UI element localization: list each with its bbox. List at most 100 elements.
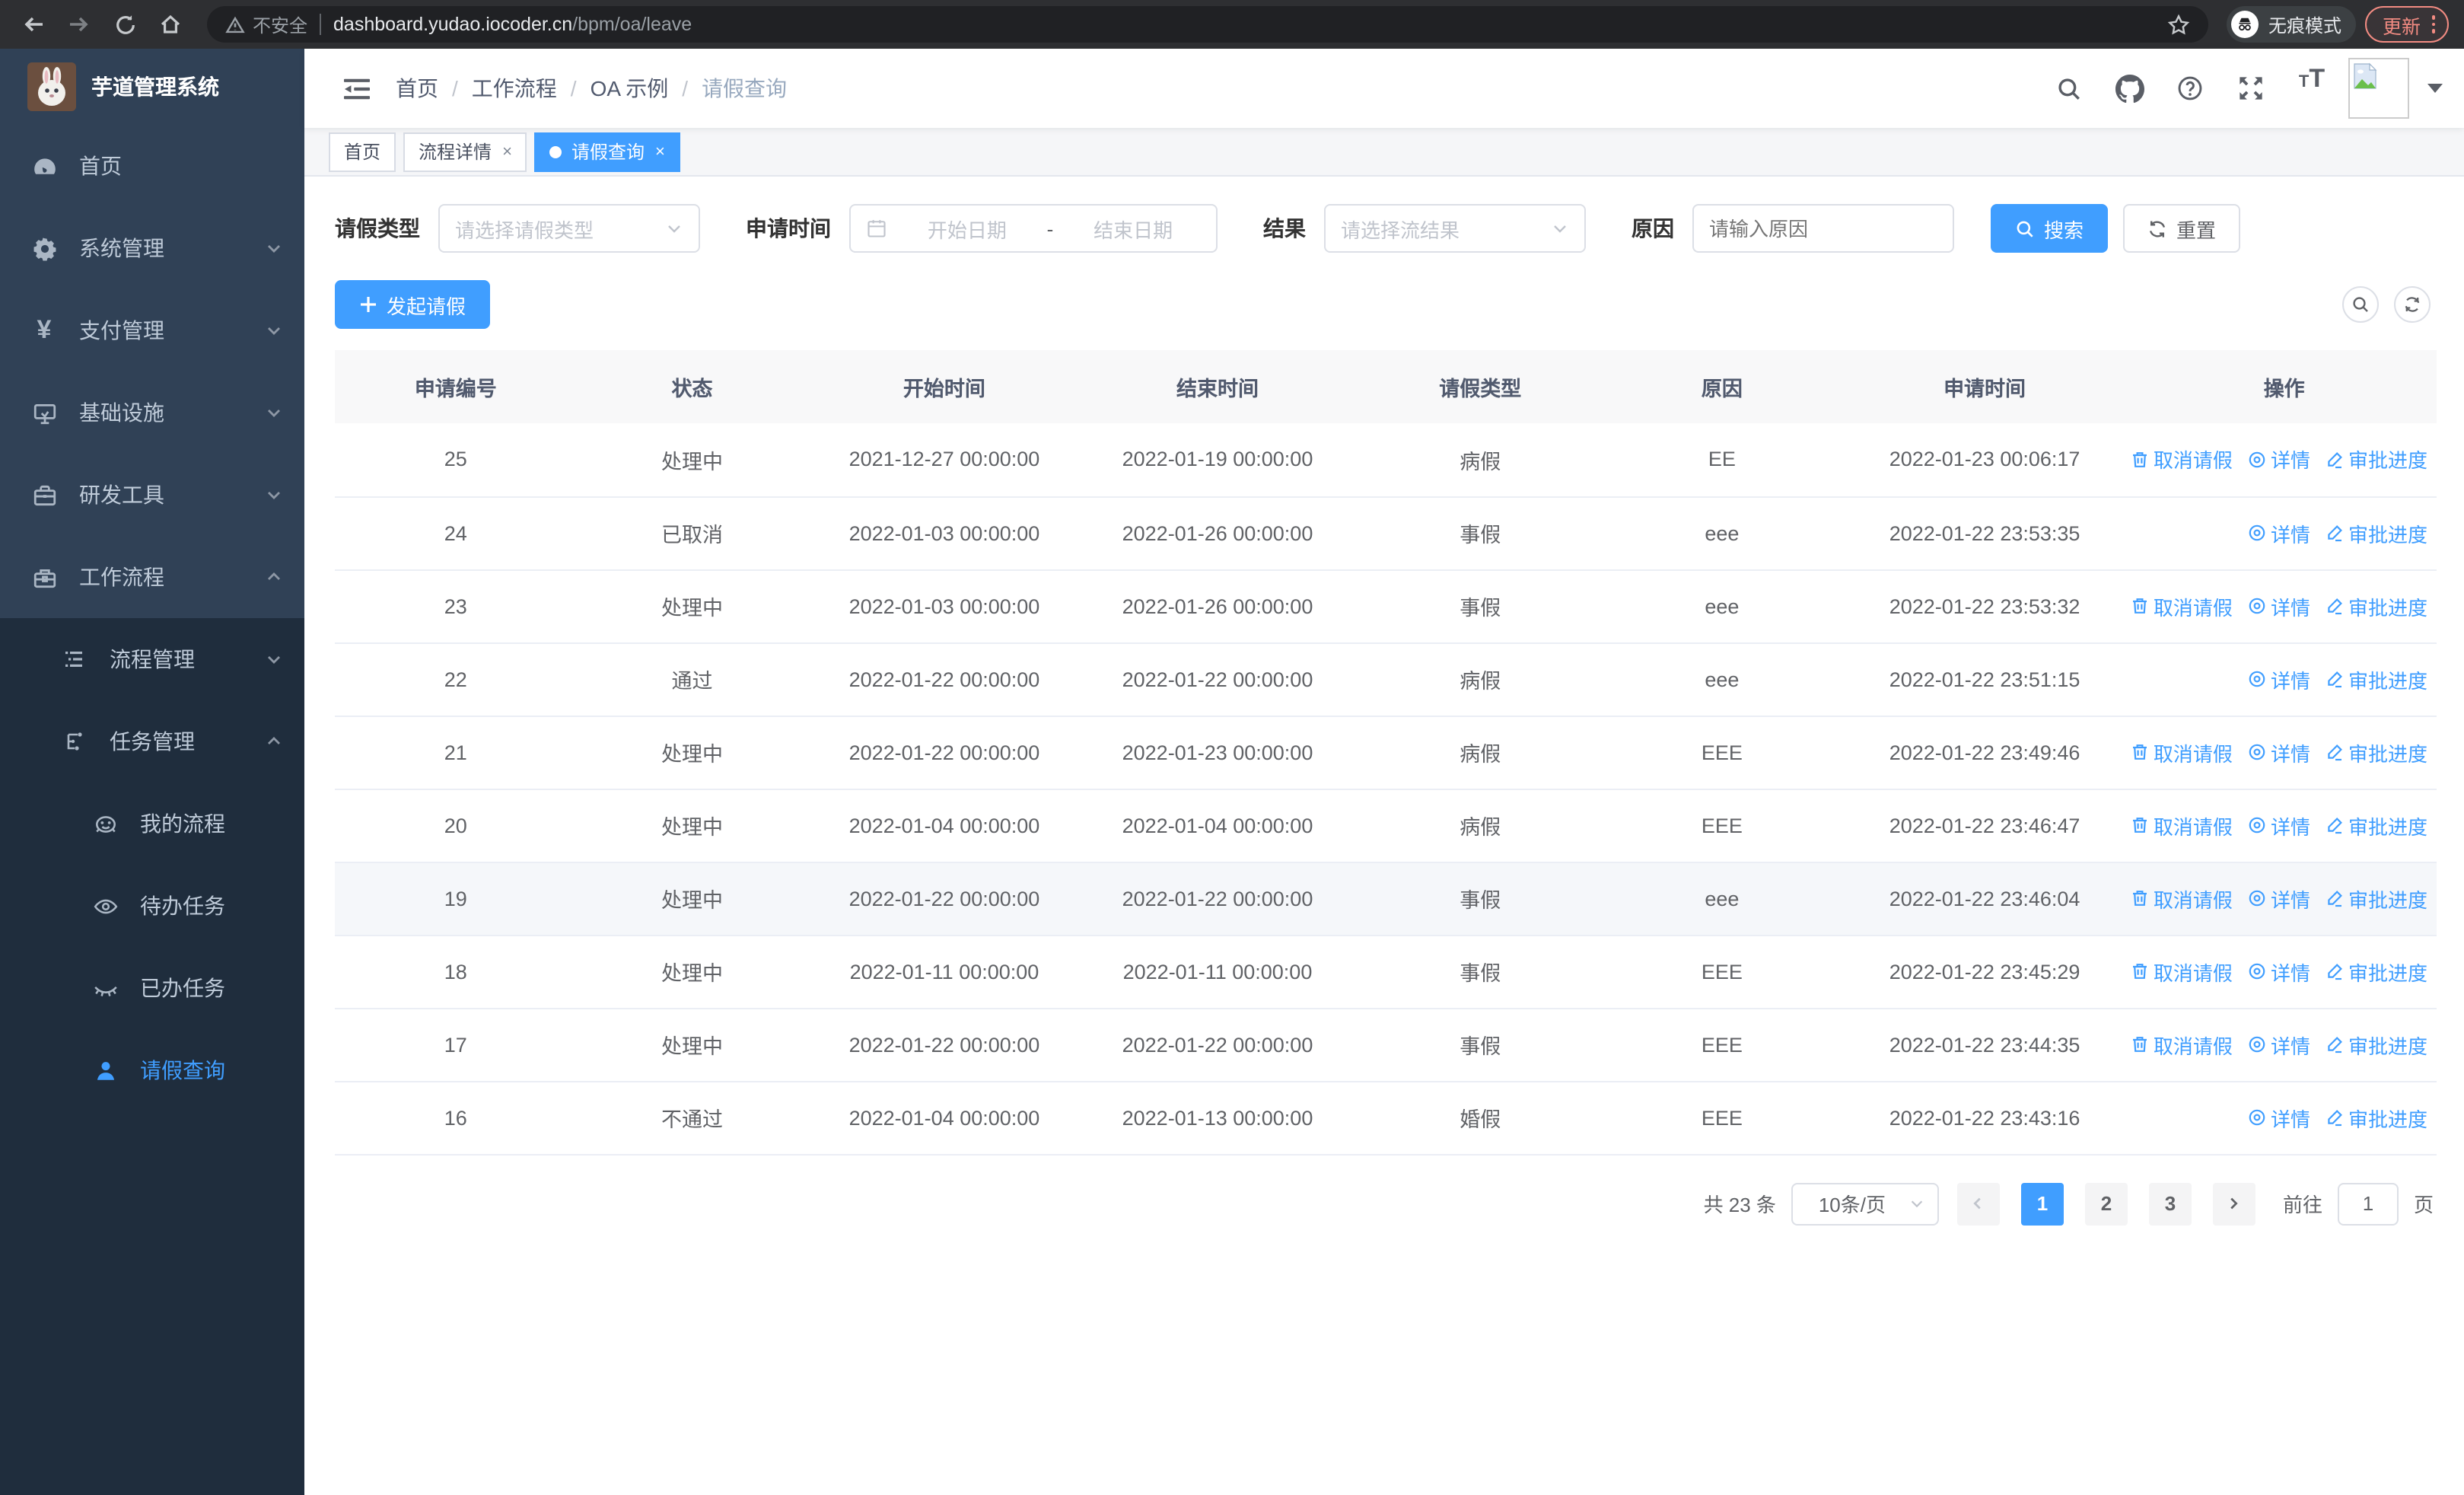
- cancel-action-link[interactable]: 取消请假: [2131, 1030, 2233, 1059]
- detail-action-link[interactable]: 详情: [2248, 811, 2310, 840]
- cell-reason: EE: [1606, 423, 1838, 497]
- apply-time-range-picker[interactable]: 开始日期 - 结束日期: [849, 204, 1218, 253]
- detail-action-link[interactable]: 详情: [2248, 884, 2310, 913]
- cancel-action-link[interactable]: 取消请假: [2131, 957, 2233, 986]
- search-circle-icon[interactable]: [2342, 286, 2379, 323]
- avatar[interactable]: [2348, 58, 2409, 119]
- cancel-action-link[interactable]: 取消请假: [2131, 811, 2233, 840]
- sidebar-item-todo-tasks[interactable]: 待办任务: [0, 865, 304, 947]
- breadcrumb-workflow[interactable]: 工作流程: [472, 73, 557, 104]
- create-leave-button[interactable]: 发起请假: [335, 280, 491, 329]
- progress-action-link[interactable]: 审批进度: [2326, 738, 2427, 767]
- progress-action-link[interactable]: 审批进度: [2326, 445, 2427, 474]
- leave-type-select[interactable]: 请选择请假类型: [438, 204, 700, 253]
- close-icon[interactable]: ×: [502, 142, 512, 161]
- gear-icon: [30, 235, 58, 261]
- progress-action-link[interactable]: 审批进度: [2326, 665, 2427, 693]
- breadcrumb-home[interactable]: 首页: [396, 73, 438, 104]
- cell-type: 事假: [1354, 935, 1606, 1009]
- table-body: 25 处理中 2021-12-27 00:00:00 2022-01-19 00:00…: [335, 423, 2437, 1155]
- reload-icon[interactable]: [107, 6, 143, 43]
- sidebar-item-system[interactable]: 系统管理: [0, 207, 304, 289]
- end-date-input[interactable]: 结束日期: [1065, 214, 1201, 243]
- page-button-1[interactable]: 1: [2020, 1182, 2064, 1225]
- search-icon[interactable]: [2044, 64, 2093, 113]
- refresh-circle-icon[interactable]: [2394, 286, 2431, 323]
- cell-reason: eee: [1606, 642, 1838, 716]
- star-icon[interactable]: [2168, 13, 2191, 36]
- cell-status: 已取消: [576, 496, 808, 570]
- sidebar-top-block: 芋道管理系统 首页 系统管理 ¥ 支付管理 基础设施 研发工具 工作流程: [0, 49, 304, 618]
- cell-status: 处理中: [576, 862, 808, 936]
- progress-action-link[interactable]: 审批进度: [2326, 957, 2427, 986]
- progress-action-link[interactable]: 审批进度: [2326, 884, 2427, 913]
- detail-action-link[interactable]: 详情: [2248, 665, 2310, 693]
- next-page-button[interactable]: [2212, 1182, 2255, 1225]
- security-warning[interactable]: 不安全: [225, 11, 307, 37]
- update-button[interactable]: 更新: [2365, 6, 2449, 43]
- sidebar-item-task-mgmt[interactable]: 任务管理: [0, 700, 304, 783]
- table-row: 19 处理中 2022-01-22 00:00:00 2022-01-22 00:00…: [335, 862, 2437, 936]
- help-icon[interactable]: [2166, 64, 2214, 113]
- progress-action-link[interactable]: 审批进度: [2326, 811, 2427, 840]
- progress-action-link[interactable]: 审批进度: [2326, 1030, 2427, 1059]
- breadcrumb-oa-example[interactable]: OA 示例: [591, 73, 669, 104]
- detail-action-link[interactable]: 详情: [2248, 1103, 2310, 1132]
- sidebar-item-leave-query[interactable]: 请假查询: [0, 1029, 304, 1111]
- forward-icon[interactable]: [61, 6, 97, 43]
- sidebar-logo[interactable]: 芋道管理系统: [0, 49, 304, 125]
- start-date-input[interactable]: 开始日期: [899, 214, 1035, 243]
- detail-action-link[interactable]: 详情: [2248, 445, 2310, 474]
- sidebar-item-workflow[interactable]: 工作流程: [0, 536, 304, 618]
- tag-leave-query[interactable]: 请假查询 ×: [534, 132, 680, 171]
- search-button[interactable]: 搜索: [1991, 204, 2109, 253]
- progress-action-link[interactable]: 审批进度: [2326, 518, 2427, 547]
- result-select[interactable]: 请选择流结果: [1324, 204, 1586, 253]
- cell-actions: 取消请假 详情 审批进度: [2131, 1008, 2437, 1082]
- page-button-2[interactable]: 2: [2084, 1182, 2128, 1225]
- cell-start: 2022-01-22 00:00:00: [807, 862, 1081, 936]
- page-button-3[interactable]: 3: [2148, 1182, 2192, 1225]
- page-size-select[interactable]: 10条/页: [1791, 1182, 1939, 1225]
- sidebar-item-devtools[interactable]: 研发工具: [0, 454, 304, 536]
- font-size-icon[interactable]: TT: [2287, 64, 2336, 113]
- cell-apply: 2022-01-22 23:46:04: [1837, 862, 2132, 936]
- detail-action-link[interactable]: 详情: [2248, 738, 2310, 767]
- more-vert-icon[interactable]: [2431, 15, 2435, 33]
- sidebar-item-infrastructure[interactable]: 基础设施: [0, 371, 304, 454]
- close-icon[interactable]: ×: [655, 142, 665, 161]
- fullscreen-icon[interactable]: [2227, 64, 2275, 113]
- dashboard-icon: [30, 153, 58, 179]
- sidebar-item-my-process[interactable]: 我的流程: [0, 783, 304, 865]
- progress-action-link[interactable]: 审批进度: [2326, 591, 2427, 620]
- detail-action-link[interactable]: 详情: [2248, 1030, 2310, 1059]
- back-icon[interactable]: [15, 6, 52, 43]
- tag-home[interactable]: 首页: [329, 132, 396, 171]
- prev-page-button[interactable]: [1956, 1182, 2000, 1225]
- home-icon[interactable]: [152, 6, 189, 43]
- detail-action-link[interactable]: 详情: [2248, 957, 2310, 986]
- collapse-menu-icon[interactable]: [329, 61, 384, 116]
- cancel-action-link[interactable]: 取消请假: [2131, 884, 2233, 913]
- cancel-action-link[interactable]: 取消请假: [2131, 591, 2233, 620]
- cancel-action-link[interactable]: 取消请假: [2131, 738, 2233, 767]
- reset-button[interactable]: 重置: [2123, 204, 2241, 253]
- sidebar-item-done-tasks[interactable]: 已办任务: [0, 947, 304, 1029]
- reason-label: 原因: [1632, 216, 1674, 241]
- progress-action-link[interactable]: 审批进度: [2326, 1103, 2427, 1132]
- cancel-action-link[interactable]: 取消请假: [2131, 445, 2233, 474]
- cell-apply: 2022-01-23 00:06:17: [1837, 423, 2132, 497]
- url-bar[interactable]: 不安全 dashboard.yudao.iocoder.cn/bpm/oa/le…: [207, 6, 2209, 43]
- chevron-down-icon: [665, 219, 683, 237]
- detail-action-link[interactable]: 详情: [2248, 518, 2310, 547]
- goto-page-input[interactable]: [2337, 1182, 2399, 1225]
- reason-input[interactable]: [1692, 204, 1954, 253]
- sidebar-item-payment[interactable]: ¥ 支付管理: [0, 289, 304, 371]
- sidebar-item-process-mgmt[interactable]: 流程管理: [0, 618, 304, 700]
- caret-down-icon[interactable]: [2427, 84, 2443, 93]
- detail-action-link[interactable]: 详情: [2248, 591, 2310, 620]
- cell-end: 2022-01-04 00:00:00: [1081, 789, 1355, 862]
- tag-process-detail[interactable]: 流程详情 ×: [403, 132, 527, 171]
- github-icon[interactable]: [2105, 64, 2154, 113]
- sidebar-item-home[interactable]: 首页: [0, 125, 304, 207]
